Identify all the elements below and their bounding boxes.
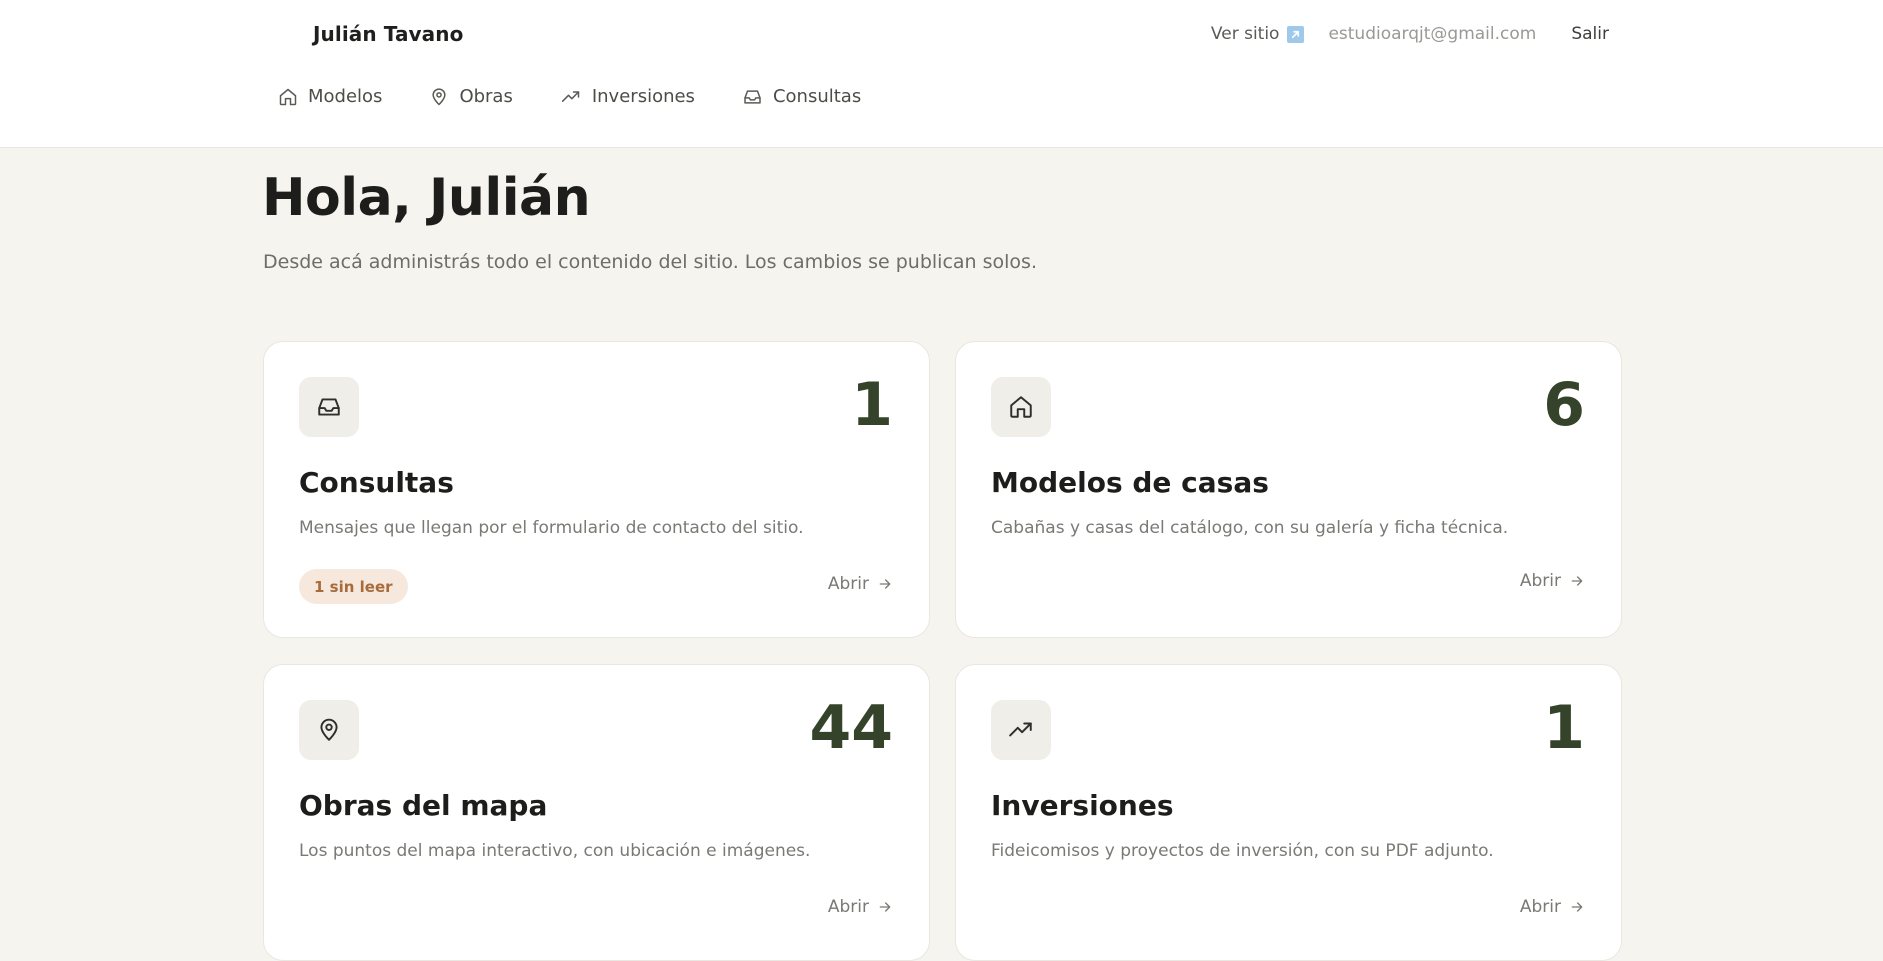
card-description: Cabañas y casas del catálogo, con su gal… — [991, 518, 1509, 538]
card-title: Modelos de casas — [991, 466, 1269, 499]
open-label: Abrir — [827, 574, 869, 594]
open-link[interactable]: Abrir — [828, 897, 893, 917]
unread-badge: 1 sin leer — [299, 569, 408, 604]
view-site-link[interactable]: Ver sitio — [1211, 24, 1305, 44]
inbox-icon — [744, 89, 761, 104]
nav-item-inversiones[interactable]: Inversiones — [560, 86, 695, 107]
nav-item-label: Modelos — [308, 86, 383, 107]
page-title: Hola, Julián — [262, 168, 591, 228]
card-icon-container — [299, 377, 359, 437]
card-count: 1 — [851, 370, 893, 440]
view-site-label: Ver sitio — [1210, 24, 1280, 44]
inbox-icon — [318, 398, 340, 416]
open-label: Abrir — [1519, 897, 1561, 917]
arrow-right-icon — [879, 579, 891, 589]
external-link-icon — [1287, 25, 1305, 43]
nav-item-label: Consultas — [772, 86, 862, 107]
card-count: 1 — [1543, 693, 1585, 763]
nav-item-consultas[interactable]: Consultas — [742, 86, 861, 107]
card-description: Fideicomisos y proyectos de inversión, c… — [991, 841, 1494, 861]
trending-up-icon — [1009, 722, 1032, 737]
account-bar: Ver sitio estudioarqjt@gmail.com Salir — [1211, 24, 1609, 44]
open-link[interactable]: Abrir — [1520, 897, 1585, 917]
card-inversiones[interactable]: 1 Inversiones Fideicomisos y proyectos d… — [955, 664, 1622, 961]
user-email: estudioarqjt@gmail.com — [1328, 24, 1537, 44]
nav-item-modelos[interactable]: Modelos — [278, 86, 382, 107]
card-modelos[interactable]: 6 Modelos de casas Cabañas y casas del c… — [955, 341, 1622, 638]
nav-item-label: Inversiones — [591, 86, 695, 107]
card-title: Obras del mapa — [299, 789, 548, 822]
card-title: Inversiones — [991, 789, 1174, 822]
card-icon-container — [991, 700, 1051, 760]
brand-name: Julián Tavano — [313, 22, 464, 46]
open-link[interactable]: Abrir — [1520, 571, 1585, 591]
page-subtitle: Desde acá administrás todo el contenido … — [263, 251, 1037, 273]
nav-item-label: Obras — [459, 86, 513, 107]
card-count: 6 — [1543, 370, 1585, 440]
trending-up-icon — [561, 90, 580, 102]
card-title: Consultas — [299, 466, 454, 499]
card-description: Los puntos del mapa interactivo, con ubi… — [299, 841, 811, 861]
arrow-right-icon — [1571, 902, 1583, 912]
card-count: 44 — [809, 693, 894, 763]
nav-item-obras[interactable]: Obras — [429, 86, 513, 107]
top-header: Julián Tavano Ver sitio estudioarqjt@gma… — [0, 0, 1883, 148]
open-label: Abrir — [1519, 571, 1561, 591]
arrow-right-icon — [879, 902, 891, 912]
card-description: Mensajes que llegan por el formulario de… — [299, 518, 804, 538]
card-icon-container — [991, 377, 1051, 437]
map-pin-icon — [432, 87, 447, 105]
arrow-right-icon — [1571, 576, 1583, 586]
map-pin-icon — [320, 718, 338, 741]
home-icon — [279, 88, 297, 105]
logout-button[interactable]: Salir — [1571, 24, 1609, 44]
open-link[interactable]: Abrir — [828, 574, 893, 594]
card-consultas[interactable]: 1 Consultas Mensajes que llegan por el f… — [263, 341, 930, 638]
main-nav: Modelos Obras Inversiones Consultas — [278, 86, 908, 107]
home-icon — [1010, 396, 1032, 418]
card-obras[interactable]: 44 Obras del mapa Los puntos del mapa in… — [263, 664, 930, 961]
open-label: Abrir — [827, 897, 869, 917]
card-icon-container — [299, 700, 359, 760]
